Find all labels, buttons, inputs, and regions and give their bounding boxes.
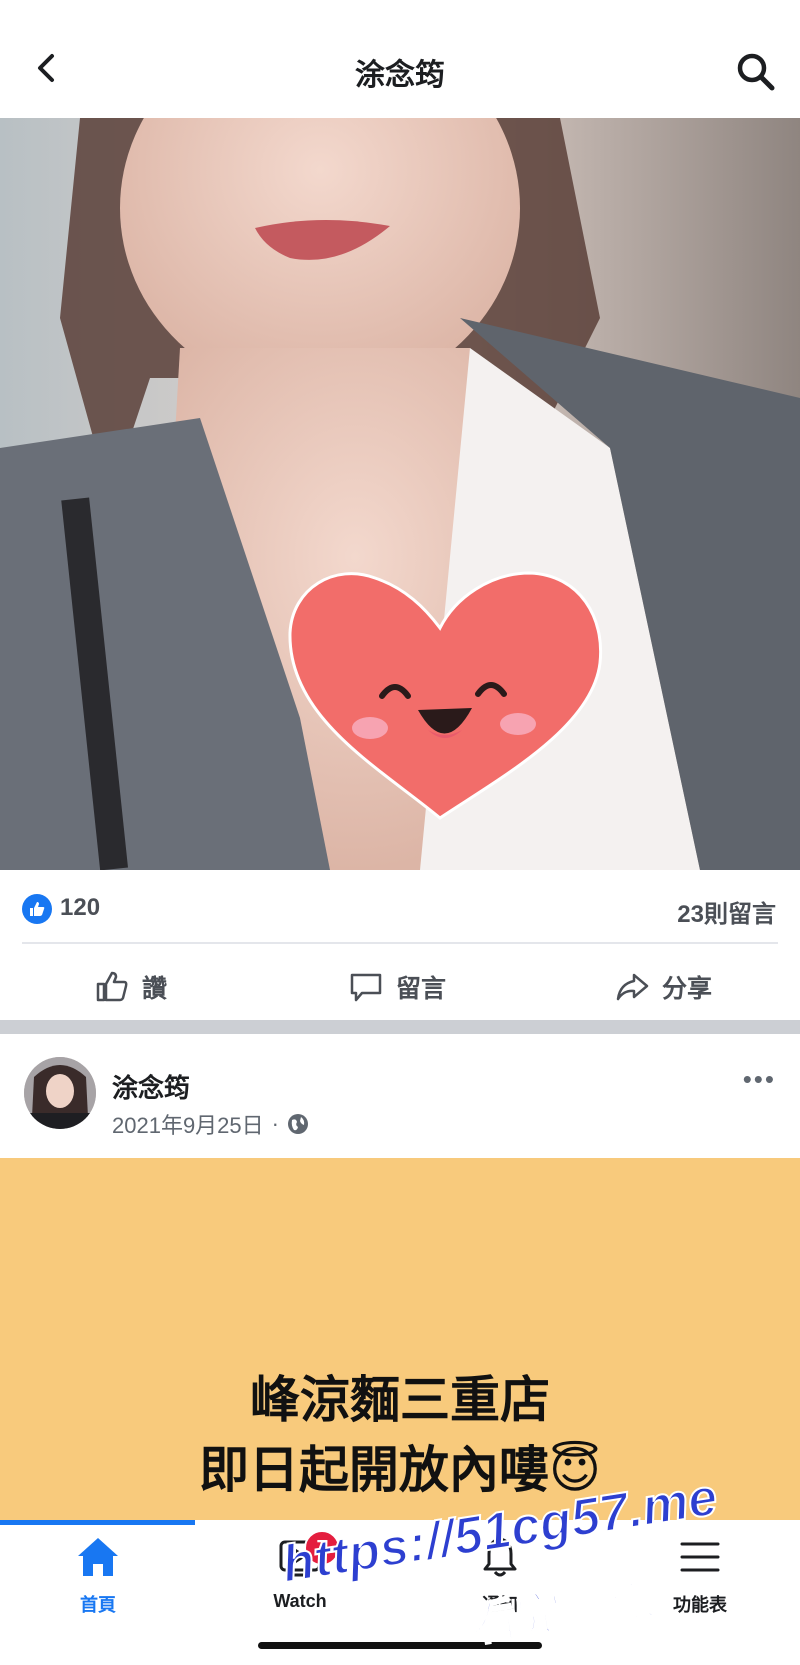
post-photo[interactable] xyxy=(0,118,800,870)
tab-watch[interactable]: 7 Watch xyxy=(240,1530,360,1612)
active-tab-indicator xyxy=(0,1520,195,1525)
comments-count[interactable]: 23則留言 xyxy=(677,894,776,929)
comment-button[interactable]: 留言 xyxy=(348,962,446,1012)
tab-notifications-label: 通知 xyxy=(482,1595,518,1615)
share-label: 分享 xyxy=(662,975,713,1003)
thumbs-up-icon xyxy=(96,971,128,1002)
post-separator xyxy=(0,1020,800,1034)
tab-menu-label: 功能表 xyxy=(673,1595,727,1615)
divider xyxy=(22,942,778,944)
watch-badge: 7 xyxy=(304,1530,340,1566)
share-button[interactable]: 分享 xyxy=(614,962,712,1012)
tab-watch-label: Watch xyxy=(273,1591,327,1611)
bell-icon xyxy=(483,1537,517,1577)
meta-separator: · xyxy=(271,1111,279,1136)
more-options-icon[interactable]: ••• xyxy=(743,1064,776,1095)
home-icon xyxy=(78,1538,118,1576)
top-bar: 涂念筠 xyxy=(0,0,800,118)
globe-icon xyxy=(287,1114,308,1134)
home-indicator[interactable] xyxy=(258,1642,542,1649)
share-icon xyxy=(616,973,649,1001)
tab-menu[interactable]: 功能表 xyxy=(640,1534,760,1617)
avatar[interactable] xyxy=(24,1057,96,1129)
tab-notifications[interactable]: 通知 xyxy=(440,1534,560,1617)
comment-icon xyxy=(350,973,382,1002)
like-label: 讚 xyxy=(142,975,168,1003)
post-date[interactable]: 2021年9月25日 xyxy=(112,1108,264,1140)
like-button[interactable]: 讚 xyxy=(94,962,167,1012)
like-badge-icon[interactable] xyxy=(22,894,52,924)
tab-home-label: 首頁 xyxy=(80,1595,116,1615)
search-icon xyxy=(737,53,775,91)
menu-icon xyxy=(680,1542,720,1572)
like-count[interactable]: 120 xyxy=(60,894,100,922)
post-author[interactable]: 涂念筠 xyxy=(112,1068,190,1105)
page-title: 涂念筠 xyxy=(355,59,445,92)
post-meta: 2021年9月25日 · xyxy=(112,1108,309,1140)
post-text-line-1: 峰涼麵三重店 xyxy=(250,1372,550,1428)
post-text-line-2: 即日起開放內嘍😇 xyxy=(198,1442,602,1498)
search-button[interactable] xyxy=(734,50,778,94)
tab-home[interactable]: 首頁 xyxy=(38,1534,158,1617)
comment-label: 留言 xyxy=(396,975,447,1003)
